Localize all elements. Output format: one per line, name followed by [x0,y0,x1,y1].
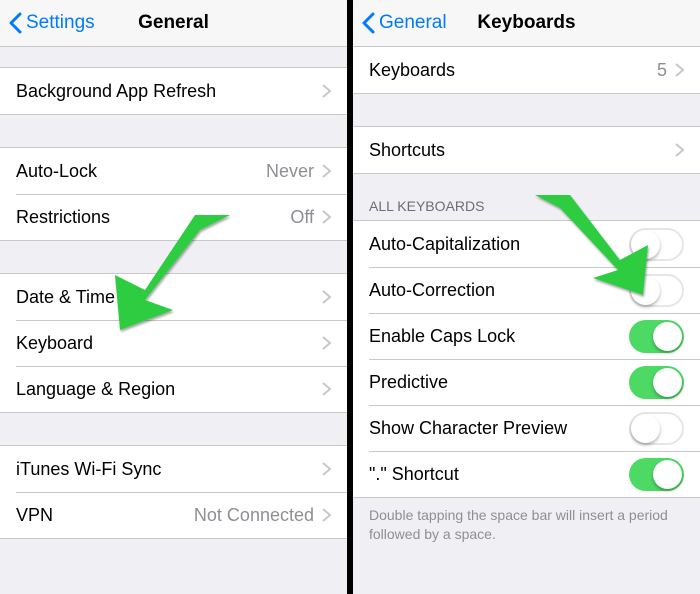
switch-label: Auto-Correction [369,280,629,301]
toggle-auto-capitalization[interactable] [629,228,684,261]
cell-auto-lock[interactable]: Auto-Lock Never [0,148,347,194]
screenshot-stage: Settings General Background App Refresh … [0,0,700,594]
cell-switch-auto-capitalization: Auto-Capitalization [353,221,700,267]
switch-label: Auto-Capitalization [369,234,629,255]
group-bg-refresh: Background App Refresh [0,67,347,115]
cell-label: Date & Time [16,287,322,308]
chevron-right-icon [322,508,331,522]
cell-label: Background App Refresh [16,81,322,102]
cell-value: Not Connected [194,505,314,526]
chevron-right-icon [322,84,331,98]
switch-label: Show Character Preview [369,418,629,439]
switch-label: Enable Caps Lock [369,326,629,347]
cell-itunes-wifi-sync[interactable]: iTunes Wi-Fi Sync [0,446,347,492]
cell-keyboard[interactable]: Keyboard [0,320,347,366]
cell-value: Never [266,161,314,182]
group-date-keyboard-lang: Date & Time Keyboard Language & Region [0,273,347,413]
group-shortcuts: Shortcuts [353,126,700,174]
cell-vpn[interactable]: VPN Not Connected [0,492,347,538]
toggle-shortcut[interactable] [629,458,684,491]
chevron-right-icon [322,164,331,178]
chevron-right-icon [322,382,331,396]
nav-bar: General Keyboards [353,0,700,47]
chevron-right-icon [675,63,684,77]
toggle-enable-caps-lock[interactable] [629,320,684,353]
section-footer: Double tapping the space bar will insert… [353,498,700,552]
cell-switch-auto-correction: Auto-Correction [353,267,700,313]
back-button[interactable]: General [361,0,447,46]
cell-label: Restrictions [16,207,290,228]
chevron-left-icon [8,12,22,34]
nav-bar: Settings General [0,0,347,47]
cell-date-time[interactable]: Date & Time [0,274,347,320]
cell-shortcuts[interactable]: Shortcuts [353,127,700,173]
cell-label: Auto-Lock [16,161,266,182]
toggle-auto-correction[interactable] [629,274,684,307]
cell-value: Off [290,207,314,228]
chevron-left-icon [361,12,375,34]
screen-left-general: Settings General Background App Refresh … [0,0,347,594]
screen-right-keyboards: General Keyboards Keyboards 5 Shortcuts … [353,0,700,594]
group-keyboards: Keyboards 5 [353,47,700,94]
chevron-right-icon [322,336,331,350]
cell-label: Keyboard [16,333,322,354]
cell-label: iTunes Wi-Fi Sync [16,459,322,480]
back-label: Settings [26,12,95,34]
cell-language-region[interactable]: Language & Region [0,366,347,412]
toggle-predictive[interactable] [629,366,684,399]
cell-switch-shortcut: "." Shortcut [353,451,700,497]
cell-label: Keyboards [369,60,657,81]
cell-restrictions[interactable]: Restrictions Off [0,194,347,240]
cell-switch-predictive: Predictive [353,359,700,405]
cell-switch-enable-caps-lock: Enable Caps Lock [353,313,700,359]
chevron-right-icon [675,143,684,157]
section-header-all-keyboards: ALL KEYBOARDS [353,194,700,220]
cell-keyboards-count[interactable]: Keyboards 5 [353,47,700,93]
back-button[interactable]: Settings [8,0,95,46]
chevron-right-icon [322,290,331,304]
cell-label: VPN [16,505,194,526]
group-all-keyboards-switches: Auto-Capitalization Auto-Correction Enable… [353,220,700,498]
group-lock-restrictions: Auto-Lock Never Restrictions Off [0,147,347,241]
toggle-show-character-preview[interactable] [629,412,684,445]
switch-label: Predictive [369,372,629,393]
group-itunes-vpn: iTunes Wi-Fi Sync VPN Not Connected [0,445,347,539]
cell-switch-show-character-preview: Show Character Preview [353,405,700,451]
back-label: General [379,12,447,34]
cell-value: 5 [657,60,667,81]
chevron-right-icon [322,462,331,476]
chevron-right-icon [322,210,331,224]
cell-label: Shortcuts [369,140,675,161]
cell-background-app-refresh[interactable]: Background App Refresh [0,68,347,114]
cell-label: Language & Region [16,379,322,400]
switch-label: "." Shortcut [369,464,629,485]
